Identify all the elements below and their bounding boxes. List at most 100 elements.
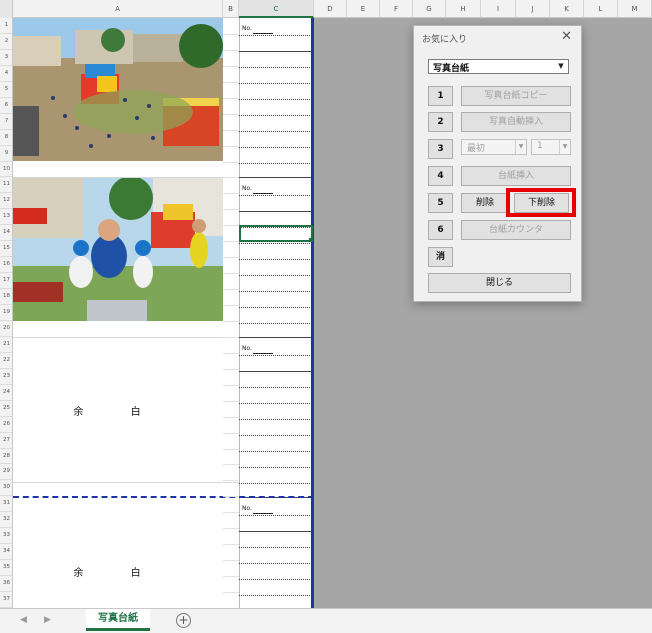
button-5[interactable]: 5 <box>428 193 453 213</box>
column-e[interactable]: E <box>347 0 380 18</box>
row-16[interactable]: 16 <box>0 257 12 274</box>
row-3[interactable]: 3 <box>0 50 12 66</box>
row-29[interactable]: 29 <box>0 464 12 481</box>
row-1[interactable]: 1 <box>0 18 12 34</box>
row-33[interactable]: 33 <box>0 528 12 545</box>
row-12[interactable]: 12 <box>0 193 12 210</box>
row-5[interactable]: 5 <box>0 82 12 98</box>
row-25[interactable]: 25 <box>0 401 12 417</box>
column-l[interactable]: L <box>584 0 618 18</box>
row-11[interactable]: 11 <box>0 177 12 194</box>
writing-line <box>239 82 312 84</box>
row-30[interactable]: 30 <box>0 480 12 497</box>
button-3[interactable]: 3 <box>428 139 453 159</box>
column-g[interactable]: G <box>413 0 446 18</box>
gridline <box>223 193 239 195</box>
column-h[interactable]: H <box>446 0 481 18</box>
row-8[interactable]: 8 <box>0 130 12 146</box>
row-7[interactable]: 7 <box>0 114 12 130</box>
column-k[interactable]: K <box>550 0 584 18</box>
row-2[interactable]: 2 <box>0 34 12 50</box>
button-2[interactable]: 2 <box>428 112 453 132</box>
sheet-tab-photo[interactable]: 写真台紙 <box>86 609 150 631</box>
row-10[interactable]: 10 <box>0 162 12 178</box>
blank-label-1: 余 白 <box>73 407 163 418</box>
selected-cell[interactable] <box>239 225 313 242</box>
next-sheet-icon[interactable]: ▶ <box>44 615 51 625</box>
row-27[interactable]: 27 <box>0 433 12 449</box>
column-i[interactable]: I <box>481 0 516 18</box>
writing-line <box>239 242 312 244</box>
chevron-down-icon[interactable]: ▼ <box>555 61 567 72</box>
row-19[interactable]: 19 <box>0 305 12 321</box>
close-icon[interactable]: ✕ <box>561 29 572 44</box>
row-14[interactable]: 14 <box>0 225 12 242</box>
row-15[interactable]: 15 <box>0 241 12 258</box>
clear-button[interactable]: 消 <box>428 247 453 267</box>
chevron-down-icon[interactable]: ▼ <box>515 140 526 154</box>
column-f[interactable]: F <box>380 0 413 18</box>
delete-button[interactable]: 削除 <box>461 193 509 213</box>
gridline <box>223 209 239 211</box>
row-20[interactable]: 20 <box>0 321 12 337</box>
column-d[interactable]: D <box>314 0 347 18</box>
row-28[interactable]: 28 <box>0 449 12 465</box>
writing-line <box>239 530 312 532</box>
writing-line <box>239 466 312 468</box>
column-c[interactable]: C <box>239 0 314 18</box>
column-j[interactable]: J <box>516 0 550 18</box>
gridline <box>223 273 239 275</box>
column-b[interactable]: B <box>223 0 239 18</box>
button-4[interactable]: 4 <box>428 166 453 186</box>
button-6[interactable]: 6 <box>428 220 453 240</box>
row-26[interactable]: 26 <box>0 417 12 433</box>
row-34[interactable]: 34 <box>0 544 12 561</box>
row-6[interactable]: 6 <box>0 98 12 114</box>
gridline <box>223 289 239 291</box>
column-c-notes[interactable]: No. No. No. No. <box>239 18 312 608</box>
insert-sheet-button[interactable]: 台紙挿入 <box>461 166 571 186</box>
copy-sheet-button[interactable]: 写真台紙コピー <box>461 86 571 106</box>
row-37[interactable]: 37 <box>0 592 12 608</box>
template-select[interactable]: 写真台紙 ▼ <box>428 59 569 74</box>
row-9[interactable]: 9 <box>0 146 12 162</box>
row-22[interactable]: 22 <box>0 353 12 369</box>
row-17[interactable]: 17 <box>0 273 12 290</box>
close-button[interactable]: 閉じる <box>428 273 571 293</box>
photo-1[interactable] <box>13 18 223 161</box>
start-position-select[interactable]: 最初 ▼ <box>461 139 527 155</box>
print-area-border <box>239 18 240 608</box>
row-31[interactable]: 31 <box>0 496 12 513</box>
row-35[interactable]: 35 <box>0 560 12 577</box>
writing-line <box>239 162 312 164</box>
fill-handle[interactable] <box>309 238 313 242</box>
prev-sheet-icon[interactable]: ◀ <box>20 615 27 625</box>
row-21[interactable]: 21 <box>0 337 12 353</box>
column-a[interactable]: A <box>13 0 223 18</box>
auto-insert-photo-button[interactable]: 写真自動挿入 <box>461 112 571 132</box>
row-36[interactable]: 36 <box>0 576 12 593</box>
add-sheet-icon[interactable]: + <box>176 613 191 628</box>
gridline <box>223 49 239 51</box>
gridline <box>223 384 239 386</box>
column-m[interactable]: M <box>618 0 652 18</box>
sheet-tab-bar: ◀ ▶ 写真台紙 + <box>0 608 652 633</box>
worksheet-grid[interactable]: 余 白 余 白 No. No. No. No. <box>13 18 314 608</box>
row-13[interactable]: 13 <box>0 209 12 226</box>
chevron-down-icon[interactable]: ▼ <box>559 140 570 154</box>
gridline <box>223 416 239 418</box>
row-23[interactable]: 23 <box>0 369 12 385</box>
select-all-corner[interactable] <box>0 0 13 18</box>
count-select[interactable]: 1 ▼ <box>531 139 571 155</box>
row-4[interactable]: 4 <box>0 66 12 82</box>
row-32[interactable]: 32 <box>0 512 12 529</box>
row-24[interactable]: 24 <box>0 385 12 401</box>
photo-2[interactable] <box>13 178 223 321</box>
photo-2-image <box>13 178 223 321</box>
button-1[interactable]: 1 <box>428 86 453 106</box>
row-18[interactable]: 18 <box>0 289 12 306</box>
sheet-counter-button[interactable]: 台紙カウンタ <box>461 220 571 240</box>
writing-line <box>239 290 312 292</box>
start-position-value: 最初 <box>467 144 486 154</box>
writing-line <box>239 98 312 100</box>
